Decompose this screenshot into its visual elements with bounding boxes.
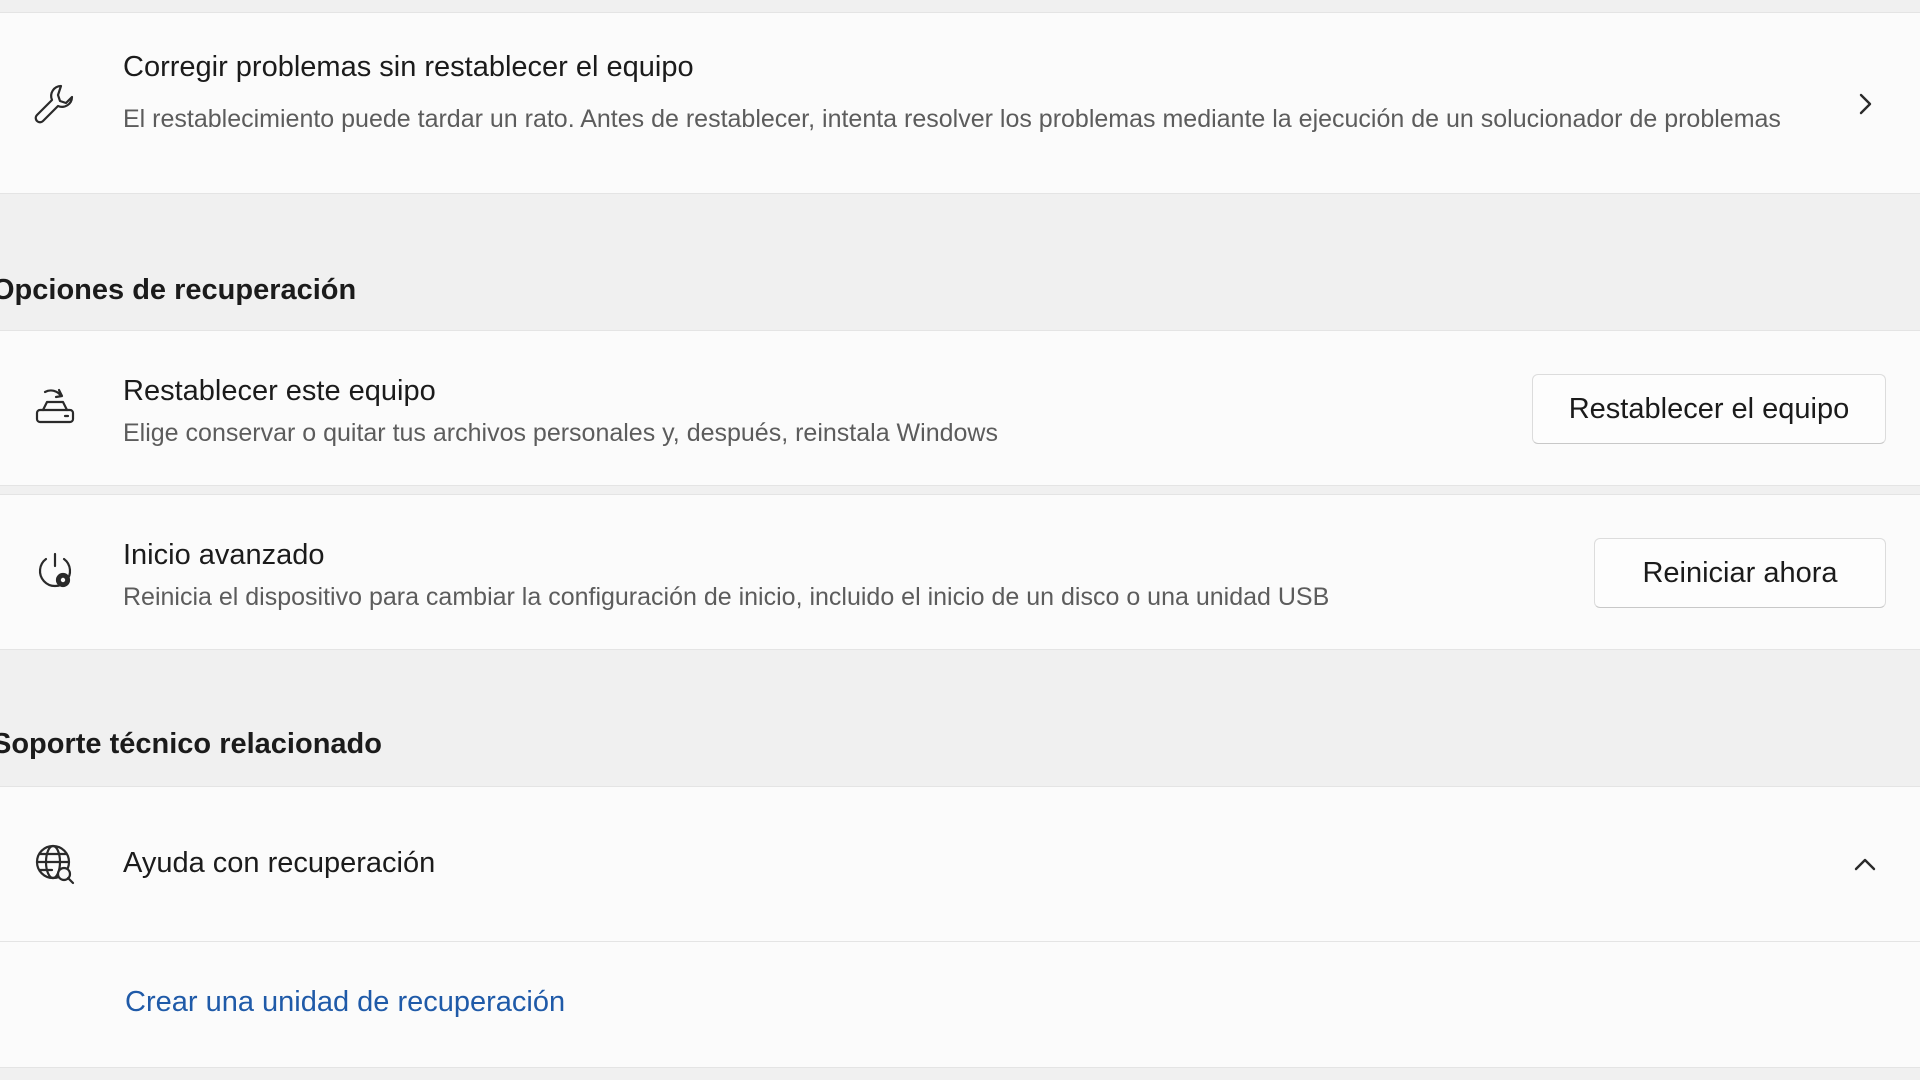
support-section-header: Soporte técnico relacionado [0,728,382,760]
top-strip [0,0,1920,12]
globe-search-icon [30,839,80,889]
settings-page: Corregir problemas sin restablecer el eq… [0,0,1920,1080]
reset-pc-title: Restablecer este equipo [123,375,436,407]
wrench-icon [30,79,80,129]
restart-now-button[interactable]: Reiniciar ahora [1594,538,1886,608]
reset-pc-icon [30,383,80,433]
create-recovery-drive-link[interactable]: Crear una unidad de recuperación [125,986,565,1019]
troubleshoot-title: Corregir problemas sin restablecer el eq… [123,51,694,83]
recovery-help-card[interactable]: Ayuda con recuperación [0,786,1920,942]
power-gear-icon [30,547,80,597]
reset-pc-card: Restablecer este equipo Elige conservar … [0,330,1920,486]
troubleshoot-card[interactable]: Corregir problemas sin restablecer el eq… [0,12,1920,194]
advanced-start-card: Inicio avanzado Reinicia el dispositivo … [0,494,1920,650]
troubleshoot-description: El restablecimiento puede tardar un rato… [123,105,1781,133]
chevron-right-icon [1850,89,1880,119]
recovery-link-card: Crear una unidad de recuperación [0,942,1920,1068]
reset-pc-button[interactable]: Restablecer el equipo [1532,374,1886,444]
advanced-start-description: Reinicia el dispositivo para cambiar la … [123,583,1330,611]
advanced-start-title: Inicio avanzado [123,539,325,571]
recovery-help-title: Ayuda con recuperación [123,847,436,879]
recovery-section-header: Opciones de recuperación [0,274,357,306]
chevron-up-icon[interactable] [1850,850,1880,880]
